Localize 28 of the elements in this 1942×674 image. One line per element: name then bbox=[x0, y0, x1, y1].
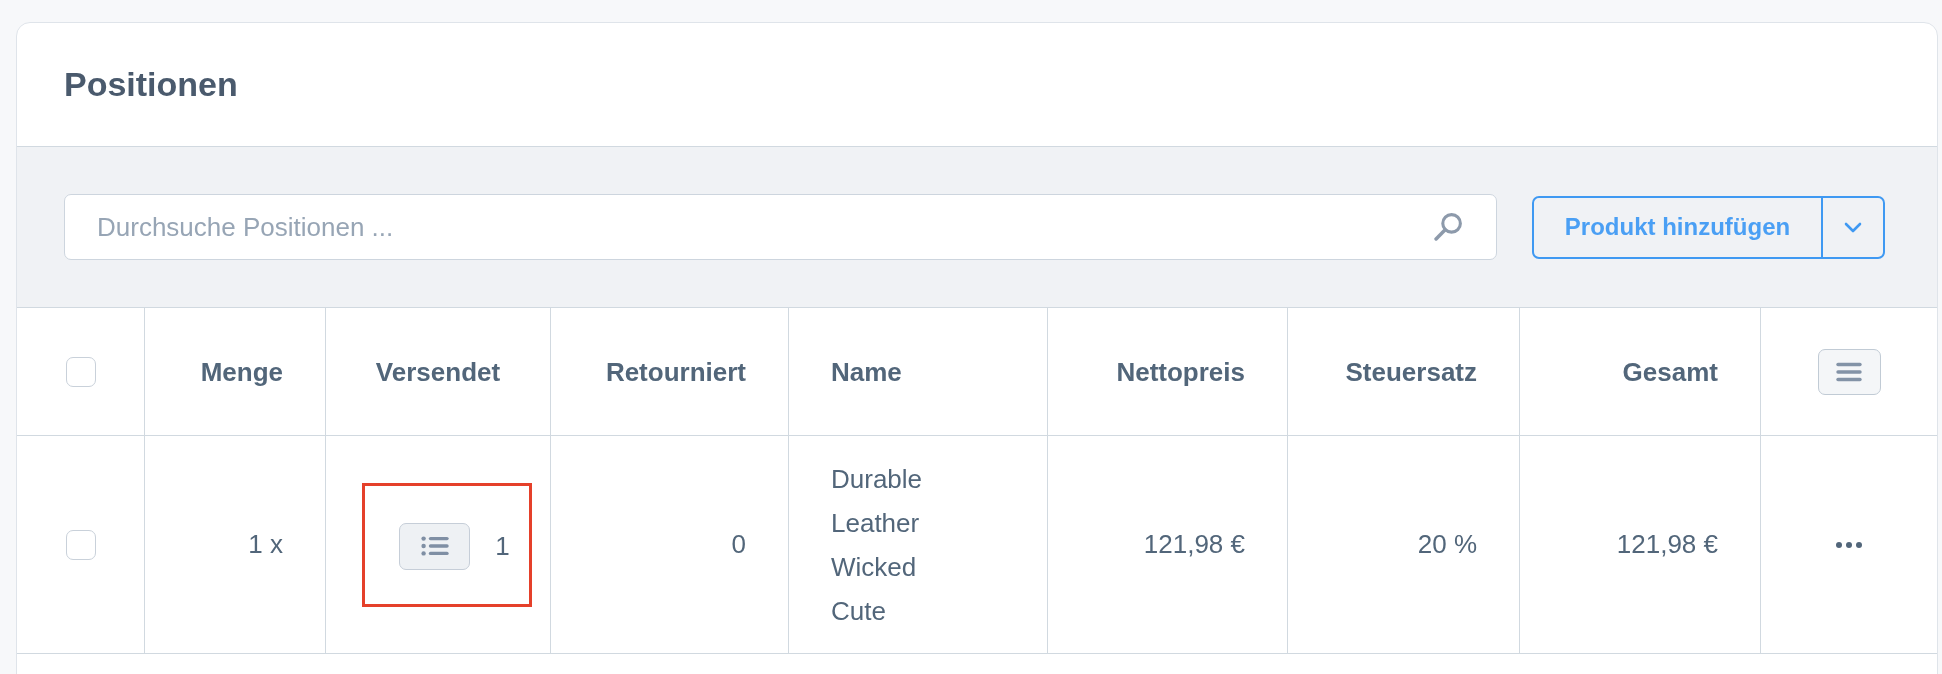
returned-count: 0 bbox=[731, 529, 746, 560]
total-price: 121,98 € bbox=[1616, 529, 1718, 560]
row-actions-button[interactable] bbox=[1836, 541, 1862, 548]
shipment-list-button[interactable] bbox=[399, 522, 471, 570]
tax-rate: 20 % bbox=[1417, 529, 1477, 560]
column-header: Gesamt bbox=[1622, 356, 1718, 388]
search-icon bbox=[1434, 212, 1464, 242]
net-price: 121,98 € bbox=[1143, 529, 1245, 560]
shipped-count: 1 bbox=[495, 530, 510, 562]
add-product-button[interactable]: Produkt hinzufügen bbox=[1532, 195, 1823, 259]
select-all-checkbox[interactable] bbox=[65, 357, 96, 387]
list-icon bbox=[420, 536, 449, 556]
column-header: Name bbox=[831, 356, 902, 388]
row-checkbox[interactable] bbox=[65, 529, 96, 560]
column-header: Steuersatz bbox=[1345, 356, 1477, 388]
column-header: Nettopreis bbox=[1116, 356, 1245, 388]
column-header: Retourniert bbox=[605, 356, 746, 388]
card-title: Positionen bbox=[64, 65, 238, 104]
chevron-down-icon bbox=[1844, 221, 1862, 233]
dropdown-button[interactable] bbox=[1823, 195, 1885, 259]
more-icon bbox=[1836, 541, 1862, 548]
column-header: Versendet bbox=[375, 356, 501, 388]
menu-icon bbox=[1836, 362, 1862, 382]
quantity-text: 1 x bbox=[248, 529, 283, 560]
column-header: Menge bbox=[200, 356, 283, 388]
column-settings-button[interactable] bbox=[1817, 349, 1881, 395]
product-name: Durable Leather Wicked Cute bbox=[831, 462, 923, 628]
search-field[interactable]: Durchsuche Positionen ... bbox=[64, 194, 1497, 260]
